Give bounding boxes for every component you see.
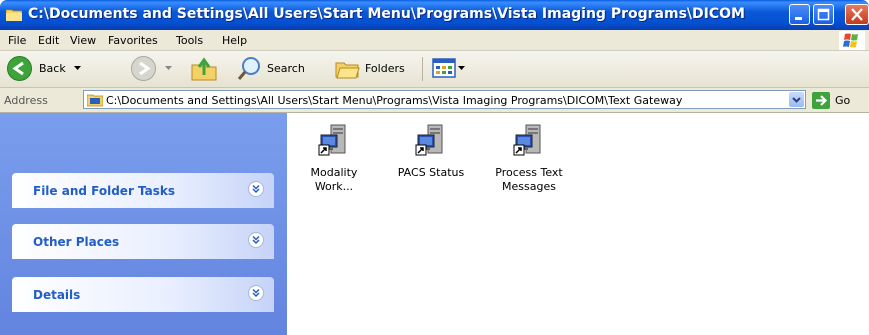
go-arrow-icon (812, 92, 830, 109)
close-icon (851, 8, 863, 21)
search-button[interactable]: Search (236, 55, 305, 82)
task-panel-other-places[interactable]: Other Places (12, 224, 274, 259)
address-dropdown-button[interactable] (789, 92, 804, 107)
folder-icon (87, 94, 103, 107)
file-label: PACS Status (397, 166, 465, 179)
address-bar: Address C:\Documents and Settings\All Us… (0, 88, 869, 113)
menu-view[interactable]: View (70, 34, 96, 47)
file-label: Modality (310, 166, 358, 179)
file-label: Process Text (495, 166, 563, 179)
menu-tools[interactable]: Tools (176, 34, 203, 47)
toolbar: Back Search Folders (0, 51, 869, 88)
folder-icon (6, 9, 22, 21)
up-folder-button[interactable] (190, 55, 218, 82)
shortcut-program-icon (318, 124, 346, 156)
shortcut-program-icon (513, 124, 541, 156)
expand-button[interactable] (248, 285, 264, 301)
address-input[interactable]: C:\Documents and Settings\All Users\Star… (83, 90, 806, 109)
windows-logo-icon (839, 31, 865, 50)
window-title: C:\Documents and Settings\All Users\Star… (28, 6, 746, 22)
file-label: Messages (502, 180, 556, 193)
menu-edit[interactable]: Edit (38, 34, 59, 47)
folders-button[interactable]: Folders (334, 55, 405, 82)
address-value: C:\Documents and Settings\All Users\Star… (106, 94, 683, 107)
views-icon (432, 58, 456, 78)
chevron-down-icon (73, 66, 81, 70)
double-chevron-down-icon (252, 288, 260, 298)
task-panel-file-folder[interactable]: File and Folder Tasks (12, 173, 274, 208)
task-panel-details[interactable]: Details (12, 277, 274, 312)
go-label: Go (835, 94, 851, 107)
go-button[interactable]: Go (812, 92, 850, 109)
maximize-icon (817, 8, 830, 21)
search-icon (237, 57, 260, 80)
task-panel-title: File and Folder Tasks (33, 184, 176, 198)
double-chevron-down-icon (252, 235, 260, 245)
task-panel-title: Other Places (33, 235, 120, 249)
file-label: Work... (314, 180, 354, 193)
file-item-pacs-status[interactable]: PACS Status (385, 123, 477, 180)
file-item-modality-worklist[interactable]: Modality Work... (288, 123, 380, 194)
menu-file[interactable]: File (8, 34, 26, 47)
back-arrow-icon (7, 56, 32, 81)
menu-help[interactable]: Help (222, 34, 247, 47)
file-item-process-text-messages[interactable]: Process Text Messages (483, 123, 575, 194)
back-button[interactable]: Back (6, 55, 81, 82)
chevron-down-icon (458, 65, 465, 70)
double-chevron-down-icon (252, 184, 260, 194)
address-label: Address (4, 94, 48, 107)
task-panel-title: Details (33, 288, 81, 302)
file-list: Modality Work... PACS Status Process Tex… (287, 113, 869, 335)
expand-button[interactable] (248, 232, 264, 248)
back-label: Back (39, 62, 66, 75)
maximize-button[interactable] (813, 4, 834, 25)
forward-button[interactable] (130, 55, 172, 82)
chevron-down-icon (165, 66, 172, 70)
menu-favorites[interactable]: Favorites (108, 34, 158, 47)
folders-icon (335, 62, 360, 79)
folders-label: Folders (365, 62, 405, 75)
up-folder-icon (191, 57, 217, 81)
close-button[interactable] (845, 4, 869, 25)
views-button[interactable] (432, 57, 465, 79)
title-bar[interactable]: C:\Documents and Settings\All Users\Star… (0, 0, 869, 30)
search-label: Search (267, 62, 305, 75)
chevron-down-icon (792, 97, 801, 103)
forward-arrow-icon (131, 56, 156, 81)
shortcut-program-icon (415, 124, 443, 156)
task-pane: File and Folder Tasks Other Places Detai… (0, 113, 287, 335)
minimize-button[interactable] (789, 4, 810, 25)
toolbar-separator (422, 57, 423, 81)
minimize-icon (795, 17, 802, 20)
menu-bar: File Edit View Favorites Tools Help (0, 30, 869, 51)
expand-button[interactable] (248, 181, 264, 197)
